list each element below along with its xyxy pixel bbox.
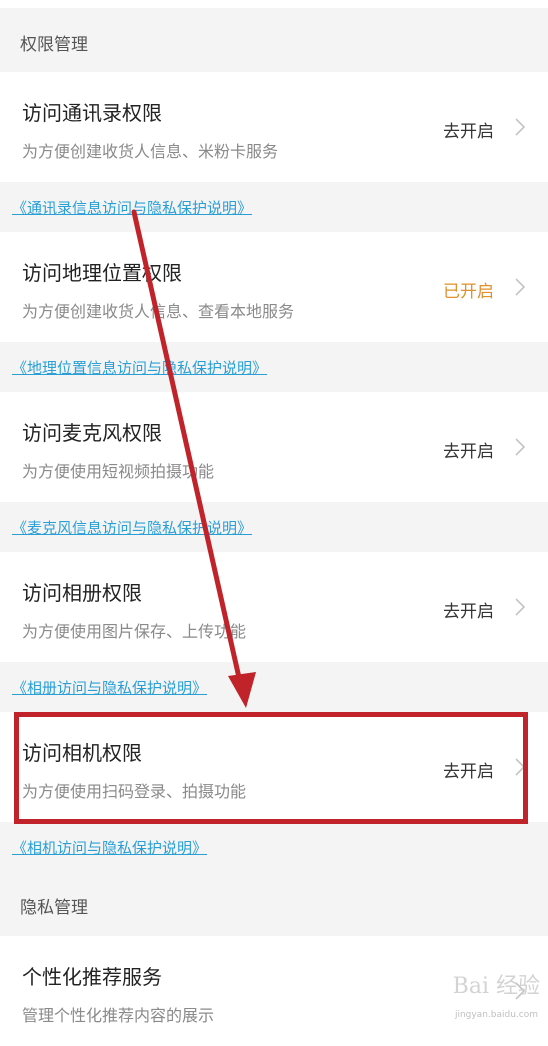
privacy-link-microphone[interactable]: 《麦克风信息访问与隐私保护说明》 — [0, 502, 548, 552]
row-subtitle: 为方便使用短视频拍摄功能 — [22, 462, 215, 481]
privacy-link-text[interactable]: 《麦克风信息访问与隐私保护说明》 — [12, 517, 252, 538]
row-title: 个性化推荐服务 — [22, 965, 162, 989]
watermark-logo: Bai 经验 — [452, 974, 540, 999]
chevron-right-icon — [515, 598, 526, 616]
privacy-link-location[interactable]: 《地理位置信息访问与隐私保护说明》 — [0, 342, 548, 392]
permission-row-contacts[interactable]: 访问通讯录权限 为方便创建收货人信息、米粉卡服务 去开启 — [0, 72, 548, 182]
watermark-url: jingyan.baidu.com — [454, 1010, 538, 1020]
row-status: 去开启 — [443, 602, 494, 622]
section-header-privacy: 隐私管理 — [0, 880, 548, 930]
permission-row-location[interactable]: 访问地理位置权限 为方便创建收货人信息、查看本地服务 已开启 — [0, 232, 548, 342]
row-subtitle: 为方便创建收货人信息、米粉卡服务 — [22, 142, 279, 161]
row-title: 访问相册权限 — [22, 581, 142, 605]
privacy-link-text[interactable]: 《相册访问与隐私保护说明》 — [12, 677, 207, 698]
row-title: 访问通讯录权限 — [22, 101, 162, 125]
row-subtitle: 为方便使用图片保存、上传功能 — [22, 622, 247, 641]
section-header-permissions: 权限管理 — [0, 17, 548, 67]
row-status: 去开启 — [443, 442, 494, 462]
chevron-right-icon — [515, 438, 526, 456]
permission-row-microphone[interactable]: 访问麦克风权限 为方便使用短视频拍摄功能 去开启 — [0, 392, 548, 502]
top-strip — [0, 0, 548, 8]
privacy-link-text[interactable]: 《通讯录信息访问与隐私保护说明》 — [12, 197, 252, 218]
privacy-link-text[interactable]: 《地理位置信息访问与隐私保护说明》 — [12, 357, 267, 378]
chevron-right-icon — [515, 118, 526, 136]
row-title: 访问地理位置权限 — [22, 261, 182, 285]
row-status: 已开启 — [443, 282, 494, 302]
row-title: 访问麦克风权限 — [22, 421, 162, 445]
row-status: 去开启 — [443, 122, 494, 142]
row-subtitle: 管理个性化推荐内容的展示 — [22, 1006, 215, 1025]
privacy-link-album[interactable]: 《相册访问与隐私保护说明》 — [0, 662, 548, 712]
row-subtitle: 为方便创建收货人信息、查看本地服务 — [22, 302, 295, 321]
chevron-right-icon — [515, 278, 526, 296]
privacy-link-camera[interactable]: 《相机访问与隐私保护说明》 — [0, 822, 548, 872]
privacy-link-text[interactable]: 《相机访问与隐私保护说明》 — [12, 837, 207, 858]
section-title: 隐私管理 — [20, 897, 88, 918]
section-title: 权限管理 — [20, 34, 88, 55]
privacy-link-contacts[interactable]: 《通讯录信息访问与隐私保护说明》 — [0, 182, 548, 232]
highlight-box — [14, 712, 528, 824]
permission-row-album[interactable]: 访问相册权限 为方便使用图片保存、上传功能 去开启 — [0, 552, 548, 662]
